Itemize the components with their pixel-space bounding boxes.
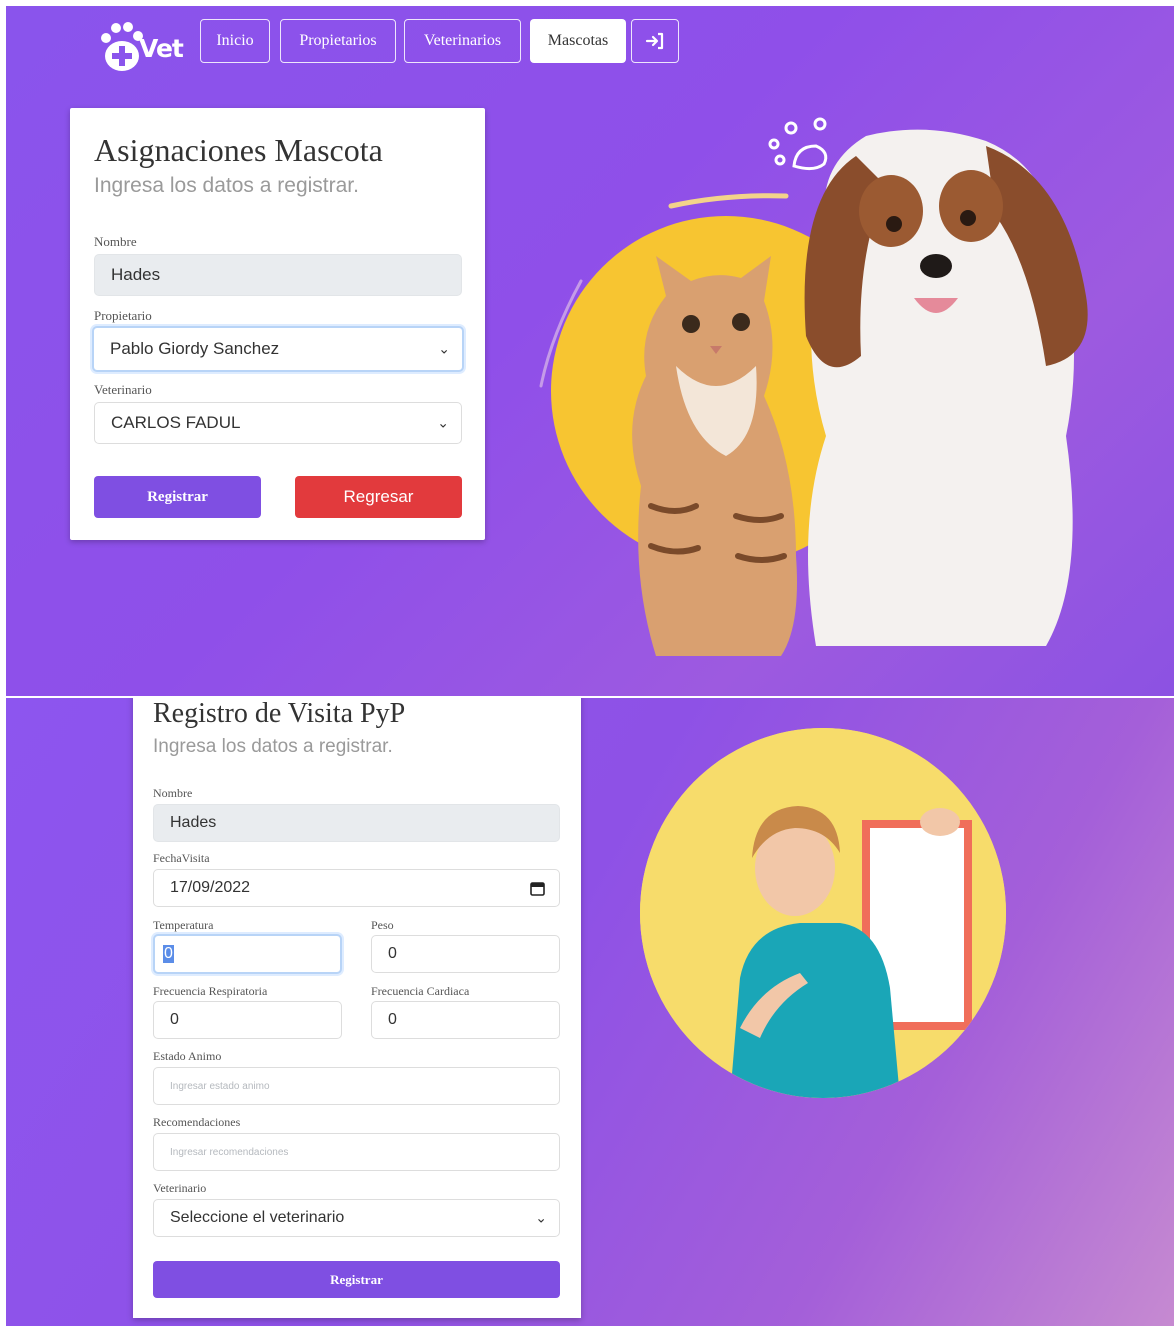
assign-form-card: Asignaciones Mascota Ingresa los datos a…	[70, 108, 485, 540]
veterinario-select[interactable]: CARLOS FADUL ⌄	[94, 402, 462, 444]
chevron-down-icon: ⌄	[535, 1209, 547, 1226]
frecuencia-respiratoria-value: 0	[170, 1011, 179, 1028]
temperatura-label: Temperatura	[153, 918, 214, 932]
fecha-visita-input[interactable]: 17/09/2022	[153, 869, 560, 907]
propietario-value: Pablo Giordy Sanchez	[110, 339, 280, 358]
veterinario-select[interactable]: Seleccione el veterinario ⌄	[153, 1199, 560, 1237]
nombre-field: Hades	[153, 804, 560, 842]
page-title: Asignaciones Mascota	[94, 132, 383, 168]
propietario-label: Propietario	[94, 308, 152, 323]
back-button[interactable]: Regresar	[295, 476, 462, 518]
pets-hero-image	[539, 117, 1088, 656]
estado-animo-input[interactable]: Ingresar estado animo	[153, 1067, 560, 1105]
estado-animo-label: Estado Animo	[153, 1049, 222, 1063]
vet-hero-image	[640, 728, 1006, 1098]
page-subtitle: Ingresa los datos a registrar.	[153, 736, 393, 757]
page-subtitle: Ingresa los datos a registrar.	[94, 174, 359, 197]
chevron-down-icon: ⌄	[437, 414, 449, 431]
recomendaciones-label: Recomendaciones	[153, 1115, 241, 1129]
frecuencia-respiratoria-input[interactable]: 0	[153, 1001, 342, 1039]
fecha-label: FechaVisita	[153, 851, 210, 865]
peso-label: Peso	[371, 918, 394, 932]
register-button[interactable]: Registrar	[153, 1261, 560, 1298]
vet-illustration	[640, 728, 1006, 1098]
recomendaciones-placeholder: Ingresar recomendaciones	[170, 1146, 289, 1158]
logo-text: Vet	[139, 34, 184, 63]
nombre-value: Hades	[170, 814, 217, 831]
nav-inicio[interactable]: Inicio	[200, 19, 270, 63]
nav-mascotas[interactable]: Mascotas	[530, 19, 626, 63]
propietario-select[interactable]: Pablo Giordy Sanchez ⌄	[92, 326, 464, 372]
visit-register-screen: Registro de Visita PyP Ingresa los datos…	[6, 698, 1174, 1326]
temperatura-input[interactable]: 0	[153, 934, 342, 974]
veterinario-label: Veterinario	[94, 382, 152, 397]
frecuencia-cardiaca-label: Frecuencia Cardiaca	[371, 984, 470, 998]
calendar-icon[interactable]	[530, 881, 545, 896]
peso-value: 0	[388, 945, 397, 962]
frecuencia-cardiaca-value: 0	[388, 1011, 397, 1028]
peso-input[interactable]: 0	[371, 935, 560, 973]
recomendaciones-input[interactable]: Ingresar recomendaciones	[153, 1133, 560, 1171]
veterinario-label: Veterinario	[153, 1181, 207, 1195]
register-button[interactable]: Registrar	[94, 476, 261, 518]
page-title: Registro de Visita PyP	[153, 698, 406, 729]
frecuencia-cardiaca-input[interactable]: 0	[371, 1001, 560, 1039]
nombre-label: Nombre	[94, 234, 137, 249]
nombre-value: Hades	[111, 265, 161, 284]
frecuencia-respiratoria-label: Frecuencia Respiratoria	[153, 984, 268, 998]
veterinario-value: CARLOS FADUL	[111, 413, 241, 432]
nombre-label: Nombre	[153, 786, 193, 800]
assign-pet-screen: Vet Inicio Propietarios Veterinarios Mas…	[6, 6, 1174, 696]
nombre-field: Hades	[94, 254, 462, 296]
visit-form-card: Registro de Visita PyP Ingresa los datos…	[133, 698, 581, 1318]
fecha-value: 17/09/2022	[170, 879, 251, 896]
nav-propietarios[interactable]: Propietarios	[280, 19, 396, 63]
temperatura-value: 0	[163, 945, 174, 963]
estado-animo-placeholder: Ingresar estado animo	[170, 1080, 270, 1092]
sign-in-icon	[645, 32, 664, 50]
nav-veterinarios[interactable]: Veterinarios	[404, 19, 521, 63]
exit-button[interactable]	[631, 19, 679, 63]
chevron-down-icon: ⌄	[438, 340, 450, 357]
veterinario-value: Seleccione el veterinario	[170, 1209, 345, 1226]
